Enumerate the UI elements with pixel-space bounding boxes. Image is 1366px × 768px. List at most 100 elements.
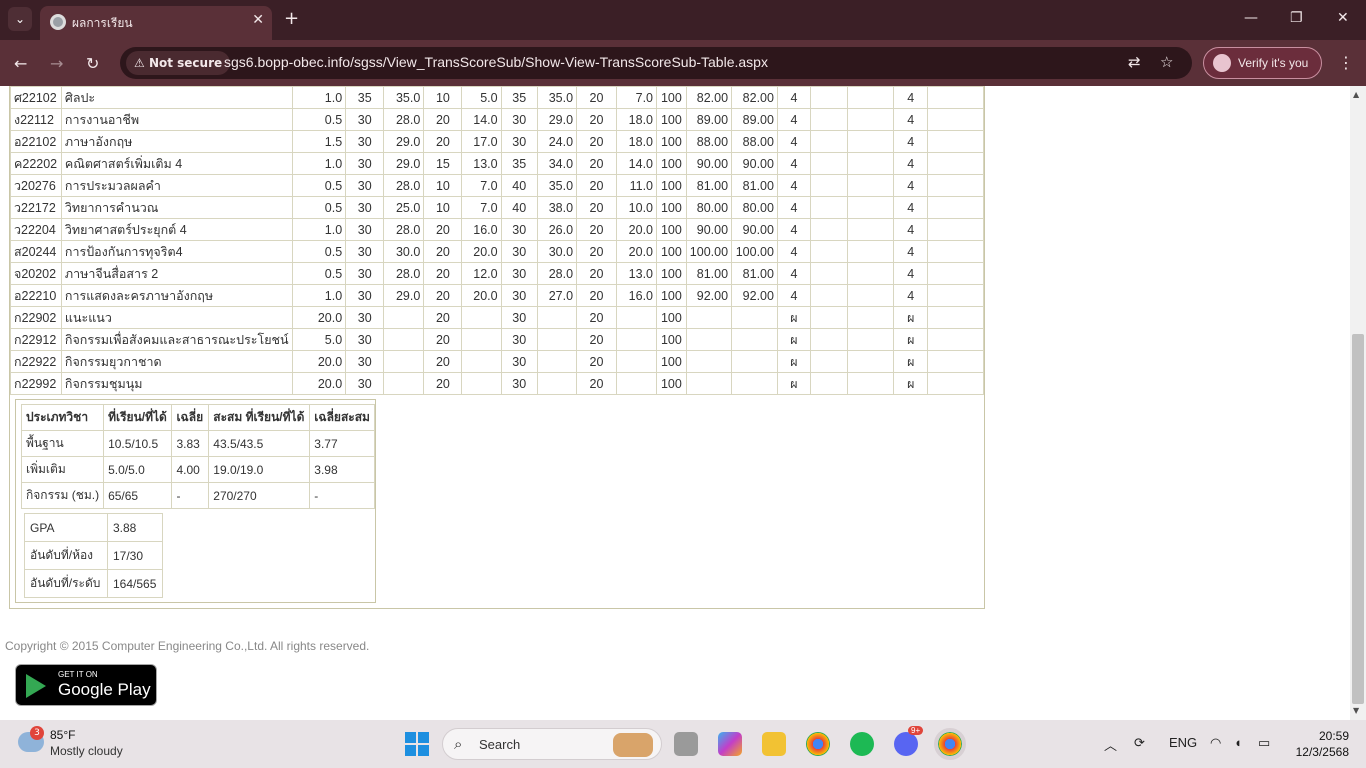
grade-cell: 20	[423, 328, 463, 351]
weather-condition: Mostly cloudy	[50, 744, 123, 758]
volume-icon[interactable]: ◖	[1234, 735, 1242, 750]
grade-cell: 20	[576, 328, 617, 351]
grade-cell: 4	[893, 174, 929, 197]
discord-icon[interactable]	[894, 732, 918, 756]
grade-cell: 0.5	[291, 262, 347, 285]
grade-cell: 10	[423, 174, 463, 197]
google-play-badge[interactable]: GET IT ON Google Play	[15, 664, 157, 706]
subject-name: วิทยาการคำนวณ	[60, 196, 293, 219]
credit-summary: ประเภทวิชา ที่เรียน/ที่ได้ เฉลี่ย สะสม ท…	[15, 399, 376, 603]
vertical-scrollbar[interactable]: ▲ ▼	[1350, 86, 1366, 720]
url-text[interactable]: sgs6.bopp-obec.info/sgss/View_TransScore…	[224, 54, 768, 70]
copilot-icon[interactable]	[718, 732, 742, 756]
grade-cell: 17.0	[461, 130, 502, 153]
show-hidden-icons[interactable]: ︿	[1104, 735, 1117, 754]
grade-cell: 4	[893, 108, 929, 131]
bookmark-star-icon[interactable]: ☆	[1160, 53, 1173, 71]
grade-cell	[809, 108, 848, 131]
clock[interactable]: 20:59 12/3/2568	[1289, 728, 1349, 760]
rank-level-value: 164/565	[107, 569, 163, 598]
grade-cell: 81.00	[731, 262, 778, 285]
browser-tab[interactable]: ผลการเรียน ✕	[40, 6, 272, 40]
grade-cell: 35	[500, 86, 538, 109]
scrollbar-thumb[interactable]	[1352, 334, 1364, 704]
grade-row: ก22902 แนะแนว 20.0 30 20 30 20 100 ผผ	[10, 306, 984, 329]
task-view-icon[interactable]	[674, 732, 698, 756]
grade-cell: 4	[776, 108, 811, 131]
grade-cell	[927, 372, 984, 395]
omnibox[interactable]: ⚠ Not secure sgs6.bopp-obec.info/sgss/Vi…	[120, 47, 1192, 79]
scroll-down-icon[interactable]: ▼	[1353, 706, 1359, 715]
grade-cell: 81.00	[731, 174, 778, 197]
grade-cell: 13.0	[615, 262, 658, 285]
grade-cell: 20	[576, 108, 617, 131]
weather-badge: 3	[30, 726, 44, 740]
new-tab-button[interactable]: +	[284, 8, 299, 29]
grade-cell: 20.0	[461, 284, 502, 307]
spotify-icon[interactable]	[850, 732, 874, 756]
grade-cell	[927, 86, 984, 109]
grade-cell: ผ	[776, 350, 811, 373]
subject-code: อ22102	[10, 130, 62, 153]
language-indicator[interactable]: ENG	[1169, 735, 1197, 750]
back-icon[interactable]: ←	[14, 54, 27, 73]
grade-cell	[461, 328, 502, 351]
chrome-icon[interactable]	[806, 732, 830, 756]
tab-search-menu-button[interactable]: ⌄	[8, 7, 32, 31]
grade-cell: 20	[576, 174, 617, 197]
start-button[interactable]	[405, 732, 429, 756]
grade-cell: 14.0	[461, 108, 502, 131]
grade-cell: 4	[893, 152, 929, 175]
grade-cell: 89.00	[685, 108, 733, 131]
minimize-button[interactable]: —	[1244, 10, 1258, 26]
grade-cell	[809, 152, 848, 175]
sync-icon[interactable]: ⟳	[1134, 735, 1145, 751]
grade-cell: 100.00	[731, 240, 778, 263]
search-label: Search	[479, 737, 521, 752]
grade-cell: 28.0	[383, 108, 425, 131]
grade-cell: 30	[345, 328, 385, 351]
grade-cell: 35.0	[536, 86, 578, 109]
grade-cell: 20	[576, 306, 617, 329]
grade-cell: 4	[776, 152, 811, 175]
taskbar-search[interactable]: ⌕ Search	[442, 728, 662, 760]
grade-cell: 100	[656, 284, 687, 307]
grade-cell: 30	[345, 174, 385, 197]
close-window-button[interactable]: ✕	[1337, 10, 1349, 26]
scroll-up-icon[interactable]: ▲	[1353, 90, 1359, 99]
wifi-icon[interactable]: ◠	[1210, 735, 1221, 751]
grade-cell: 88.00	[731, 130, 778, 153]
summary-cell: 10.5/10.5	[103, 430, 173, 457]
grade-cell: 1.0	[291, 284, 347, 307]
grade-cell: 5.0	[461, 86, 502, 109]
browser-tab-strip: ⌄ ผลการเรียน ✕ + — ❐ ✕	[0, 0, 1366, 40]
grade-cell: 30	[500, 328, 538, 351]
reload-icon[interactable]: ↻	[86, 54, 99, 73]
chrome-profile-icon[interactable]	[934, 728, 966, 760]
subject-code: ศ22102	[10, 86, 62, 109]
translate-icon[interactable]: ⇄	[1128, 53, 1141, 71]
browser-menu-icon[interactable]: ⋮	[1338, 53, 1354, 72]
grade-cell: 30	[345, 196, 385, 219]
grade-cell	[846, 196, 895, 219]
tab-close-icon[interactable]: ✕	[252, 12, 264, 28]
grade-cell: 0.5	[291, 196, 347, 219]
search-highlight-icon	[613, 733, 653, 757]
grade-cell: 30	[345, 350, 385, 373]
verify-identity-button[interactable]: Verify it's you	[1203, 47, 1322, 79]
summary-cell: 65/65	[103, 482, 173, 509]
forward-icon[interactable]: →	[50, 54, 63, 73]
grade-cell	[383, 306, 425, 329]
grade-cell: ผ	[893, 306, 929, 329]
file-explorer-icon[interactable]	[762, 732, 786, 756]
battery-icon[interactable]: ▭	[1258, 735, 1270, 751]
restore-button[interactable]: ❐	[1290, 10, 1303, 26]
grade-cell: 4	[893, 240, 929, 263]
subject-code: ก22992	[10, 372, 62, 395]
page-content: ศ22102 ศิลปะ 1.0 35 35.0 10 5.0 35 35.0 20 7.0 100 8…	[0, 86, 1350, 720]
security-chip[interactable]: ⚠ Not secure	[126, 51, 231, 75]
grade-row: อ22210 การแสดงละครภาษาอังกฤษ 1.0 30 29.0 20 20…	[10, 284, 984, 307]
profile-avatar	[1213, 54, 1231, 72]
gpa-table: GPA 3.88 อันดับที่/ห้อง 17/30 อันดับที่/…	[24, 513, 163, 598]
grade-cell: 4	[776, 218, 811, 241]
